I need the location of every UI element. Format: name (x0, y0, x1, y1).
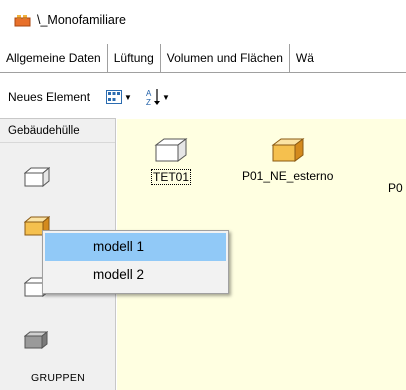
menu-item-modell-1[interactable]: modell 1 (45, 233, 226, 261)
title-bar: \_Monofamiliare (0, 0, 406, 40)
building-element-colored-icon (271, 138, 305, 162)
tab-allgemeine-daten[interactable]: Allgemeine Daten (0, 44, 108, 72)
element-label: TET01 (151, 169, 192, 185)
tab-volumen-und-flaechen[interactable]: Volumen und Flächen (160, 44, 290, 72)
chevron-down-icon: ▼ (124, 92, 132, 102)
element-label: P0 (388, 181, 403, 195)
svg-text:Z: Z (146, 98, 151, 106)
building-element-icon[interactable] (23, 166, 51, 190)
building-element-gray-icon[interactable] (23, 330, 49, 352)
sort-button[interactable]: A Z ▼ (146, 88, 170, 106)
new-element-label[interactable]: Neues Element (8, 90, 90, 104)
context-menu: modell 1 modell 2 (42, 230, 229, 294)
chevron-down-icon: ▼ (161, 92, 170, 102)
menu-item-modell-2[interactable]: modell 2 (45, 261, 226, 289)
tab-lueftung[interactable]: Lüftung (107, 44, 161, 72)
element-label: P01_NE_esterno (242, 169, 334, 183)
element-item[interactable]: P01_NE_esterno (242, 137, 333, 183)
app-icon (14, 14, 31, 27)
view-mode-button[interactable]: ▼ (106, 90, 132, 104)
element-item[interactable]: TET01 (151, 137, 192, 185)
sort-az-icon: A Z (146, 89, 160, 106)
tab-waerme[interactable]: Wä (289, 44, 320, 72)
tab-strip: Allgemeine Daten Lüftung Volumen und Flä… (0, 44, 406, 73)
element-item[interactable]: P0 (388, 175, 403, 195)
sidebar-header: Gebäudehülle (0, 119, 115, 143)
groups-label[interactable]: GRUPPEN (0, 372, 116, 384)
svg-text:A: A (146, 89, 152, 98)
toolbar: Neues Element ▼ A Z ▼ (0, 78, 406, 116)
window-title: \_Monofamiliare (37, 13, 126, 27)
view-grid-icon (106, 90, 123, 104)
building-element-icon (154, 138, 188, 162)
